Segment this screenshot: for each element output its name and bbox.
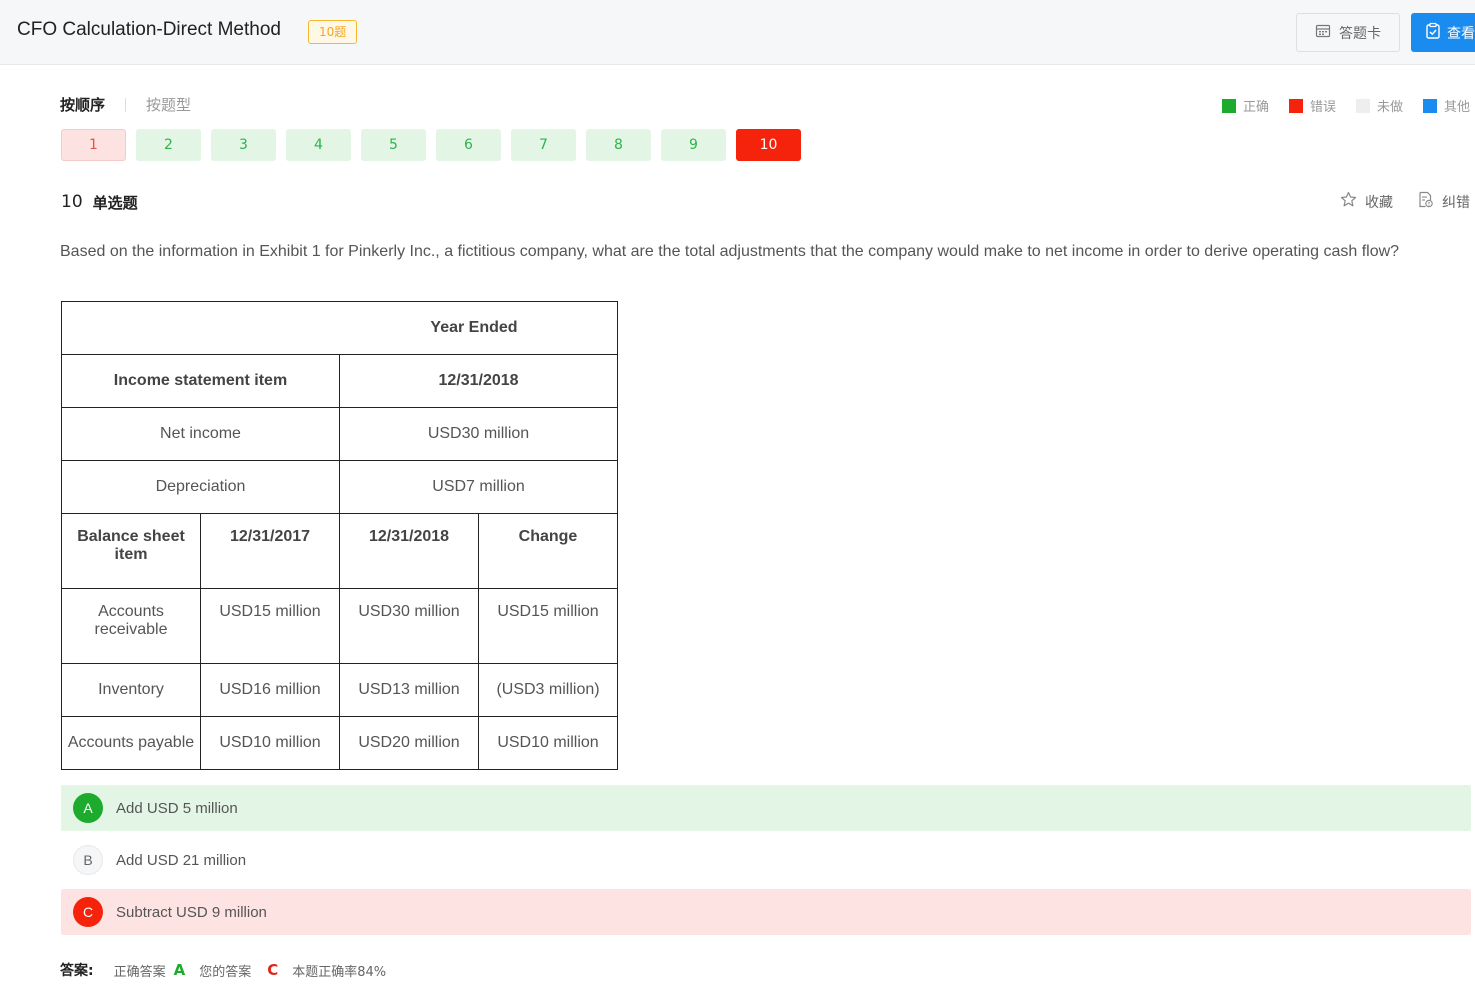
legend-label: 错误 [1309,100,1336,115]
table-cell: USD10 million [200,716,340,770]
tab-divider [125,97,127,112]
table-cell: USD30 million [339,588,479,664]
tab-by-type[interactable]: 按题型 [146,94,191,115]
question-number-button-current[interactable]: 10 [736,129,801,161]
table-cell: USD15 million [200,588,340,664]
correct-answer-value: A [173,961,186,979]
question-number-button[interactable]: 1 [61,129,126,161]
option-letter: B [73,845,103,875]
option-letter: C [73,897,103,927]
question-number-button[interactable]: 6 [436,129,501,161]
balance-header: Change [478,513,618,589]
option-letter: A [73,793,103,823]
status-legend: 正确 错误 未做 其他 [1221,96,1470,115]
your-answer-value: C [267,961,279,979]
report-error-label: 纠错 [1442,194,1470,211]
balance-header: 12/31/2017 [200,513,340,589]
tab-by-order[interactable]: 按顺序 [60,94,105,115]
question-number-button[interactable]: 3 [211,129,276,161]
legend-label: 未做 [1376,100,1403,115]
option-text: Add USD 5 million [116,799,238,817]
question-number-button[interactable]: 5 [361,129,426,161]
legend-correct: 正确 [1221,96,1269,115]
answer-card-icon [1315,23,1331,43]
question-number: 10 [61,192,83,212]
correct-rate: 本题正确率84% [292,964,387,980]
your-answer-label: 您的答案 [199,964,252,980]
top-bar: CFO Calculation-Direct Method 10题 答题卡 查看 [0,0,1475,65]
income-date-header: 12/31/2018 [339,354,618,408]
legend-label: 其他 [1443,100,1470,115]
question-number-button[interactable]: 4 [286,129,351,161]
table-cell: USD16 million [200,663,340,717]
option-text: Add USD 21 million [116,851,247,869]
legend-label: 正确 [1242,100,1269,115]
answer-summary: 答案: 正确答案 A 您的答案 C 本题正确率84% [60,960,386,980]
year-ended-text: Year Ended [430,319,518,336]
table-cell: Net income [61,407,340,461]
question-navigator: 1 2 3 4 5 6 7 8 9 10 [61,129,801,161]
favorite-label: 收藏 [1365,194,1393,211]
table-cell: USD7 million [339,460,618,514]
table-cell: USD30 million [339,407,618,461]
favorite-button[interactable]: 收藏 [1340,191,1393,212]
exhibit-table: Year Ended Income statement item 12/31/2… [61,301,618,770]
question-header: 10 单选题 [61,192,138,213]
correct-answer-label: 正确答案 [113,964,166,980]
legend-swatch-undone [1355,98,1370,113]
table-cell: Inventory [61,663,201,717]
answer-label: 答案: [60,963,94,979]
view-button[interactable]: 查看 [1411,13,1475,52]
question-text: Based on the information in Exhibit 1 fo… [60,243,1400,260]
view-button-label: 查看 [1447,25,1475,42]
question-count-badge: 10题 [308,20,358,44]
clipboard-check-icon [1425,22,1441,43]
report-error-icon [1417,191,1434,212]
option-text: Subtract USD 9 million [116,903,267,921]
table-cell: (USD3 million) [478,663,618,717]
legend-wrong: 错误 [1288,96,1336,115]
year-ended-header: Year Ended [61,301,618,355]
question-actions: 收藏 纠错 [1340,191,1470,212]
table-cell: USD13 million [339,663,479,717]
question-number-button[interactable]: 8 [586,129,651,161]
table-cell: Depreciation [61,460,340,514]
balance-header: Balance sheet item [61,513,201,589]
income-item-header: Income statement item [61,354,340,408]
sort-tabs: 按顺序 按题型 [60,94,191,115]
star-icon [1340,191,1357,212]
option-c[interactable]: C Subtract USD 9 million [61,889,1471,935]
question-type: 单选题 [92,194,138,212]
question-number-button[interactable]: 7 [511,129,576,161]
question-number-button[interactable]: 2 [136,129,201,161]
answer-card-label: 答题卡 [1339,25,1381,42]
question-number-button[interactable]: 9 [661,129,726,161]
table-cell: Accounts payable [61,716,201,770]
legend-swatch-wrong [1288,98,1303,113]
answer-card-button[interactable]: 答题卡 [1296,13,1400,52]
table-cell: USD20 million [339,716,479,770]
table-cell: Accounts receivable [61,588,201,664]
balance-header: 12/31/2018 [339,513,479,589]
legend-undone: 未做 [1355,96,1403,115]
report-error-button[interactable]: 纠错 [1417,191,1470,212]
legend-swatch-correct [1221,98,1236,113]
table-cell: USD15 million [478,588,618,664]
option-a[interactable]: A Add USD 5 million [61,785,1471,831]
legend-swatch-other [1422,98,1437,113]
legend-other: 其他 [1422,96,1470,115]
option-b[interactable]: B Add USD 21 million [61,837,1471,883]
page-title: CFO Calculation-Direct Method [17,19,281,40]
table-cell: USD10 million [478,716,618,770]
